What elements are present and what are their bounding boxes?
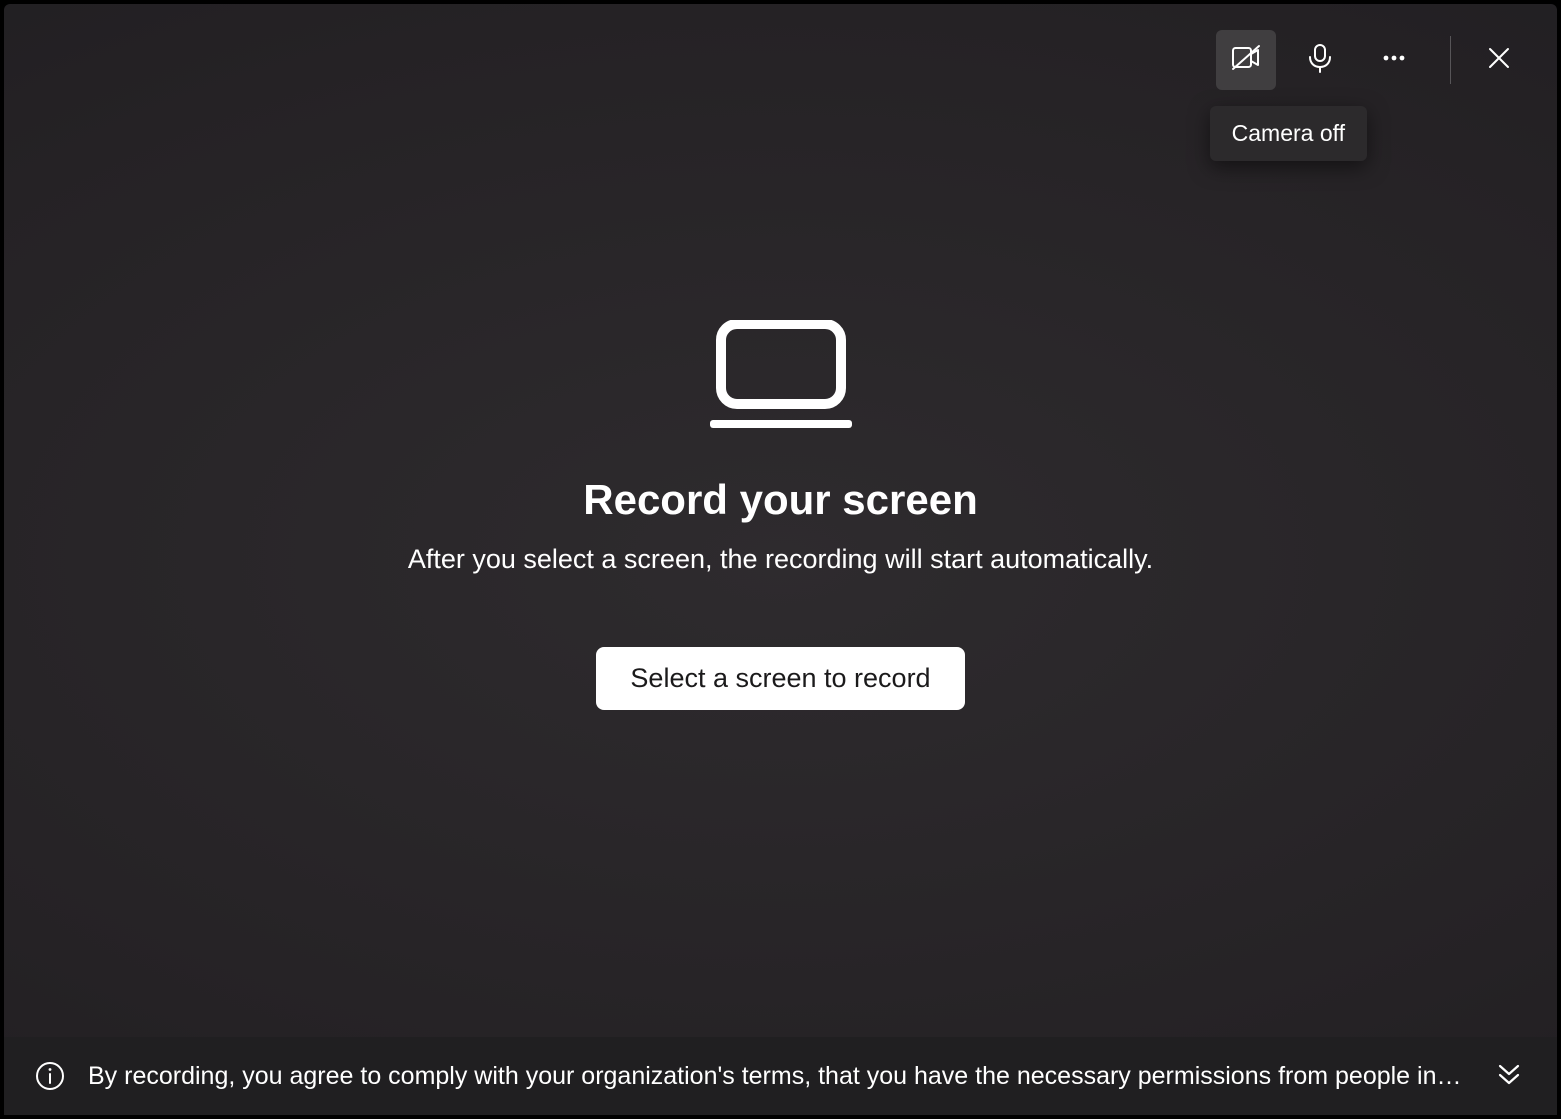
more-horizontal-icon [1378,42,1410,79]
more-options-button[interactable] [1364,30,1424,90]
camera-tooltip-text: Camera off [1232,120,1345,146]
record-screen-window: Camera off Record your screen After you … [4,4,1557,1115]
page-subheading: After you select a screen, the recording… [408,544,1153,575]
camera-tooltip: Camera off [1210,106,1367,161]
info-bar-message: By recording, you agree to comply with y… [88,1062,1467,1091]
close-icon [1483,42,1515,79]
microphone-icon [1304,42,1336,79]
camera-off-icon [1230,42,1262,79]
close-button[interactable] [1469,30,1529,90]
page-heading: Record your screen [583,476,978,524]
info-bar: By recording, you agree to comply with y… [4,1037,1557,1115]
toolbar-divider [1450,36,1451,84]
camera-toggle-button[interactable] [1216,30,1276,90]
toolbar [1216,30,1529,90]
chevron-double-down-icon [1493,1058,1525,1095]
microphone-toggle-button[interactable] [1290,30,1350,90]
select-screen-button[interactable]: Select a screen to record [596,647,964,710]
info-icon [34,1060,66,1092]
info-bar-expand-button[interactable] [1489,1056,1529,1096]
laptop-icon [706,320,856,430]
